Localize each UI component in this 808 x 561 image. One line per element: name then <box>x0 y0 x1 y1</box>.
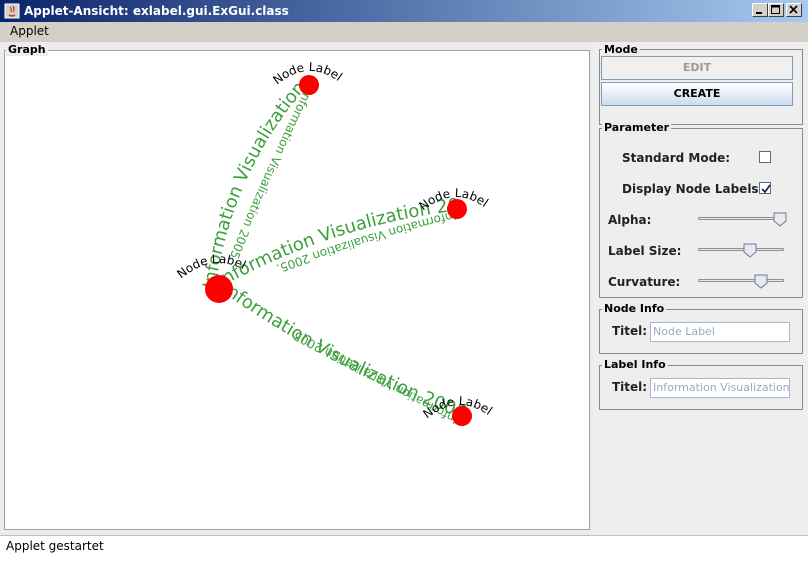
label-titel-field[interactable]: Information Visualization <box>650 378 790 398</box>
display-node-labels-checkbox[interactable] <box>759 182 771 194</box>
check-icon <box>761 184 771 194</box>
graph-panel[interactable]: Information Visualization 2005. Informat… <box>4 50 590 530</box>
alpha-slider-track <box>698 217 784 220</box>
label-info-group: Titel: Information Visualization <box>599 365 803 410</box>
node-titel-label: Titel: <box>612 324 648 338</box>
graph-node[interactable] <box>205 275 233 303</box>
label-titel-label: Titel: <box>612 380 648 394</box>
maximize-button[interactable] <box>768 3 784 17</box>
alpha-label: Alpha: <box>608 213 652 227</box>
parameter-group: Standard Mode: Display Node Labels: Alph… <box>599 128 803 298</box>
maximize-icon <box>771 5 780 14</box>
mode-group: EDIT CREATE <box>599 49 803 125</box>
status-bar: Applet gestartet <box>0 535 808 561</box>
curvature-label: Curvature: <box>608 275 681 289</box>
graph-legend: Graph <box>6 43 48 56</box>
node-titel-field[interactable]: Node Label <box>650 322 790 342</box>
standard-mode-checkbox[interactable] <box>759 151 771 163</box>
display-node-labels-label: Display Node Labels: <box>622 182 764 196</box>
node-info-legend: Node Info <box>602 302 667 315</box>
java-applet-icon <box>4 3 20 19</box>
parameter-legend: Parameter <box>602 121 672 134</box>
edit-button[interactable]: EDIT <box>601 56 793 80</box>
graph-node[interactable] <box>447 199 467 219</box>
close-icon <box>789 5 798 14</box>
alpha-slider[interactable] <box>698 212 787 227</box>
mode-legend: Mode <box>602 43 640 56</box>
menu-bar: Applet <box>0 22 808 43</box>
curvature-slider-track <box>698 279 784 282</box>
node-info-group: Titel: Node Label <box>599 309 803 354</box>
standard-mode-label: Standard Mode: <box>622 151 731 165</box>
title-bar: Applet-Ansicht: exlabel.gui.ExGui.class <box>0 0 808 22</box>
applet-content: Information Visualization 2005. Informat… <box>0 42 808 535</box>
graph-node[interactable] <box>299 75 319 95</box>
label-size-slider-thumb[interactable] <box>743 243 757 258</box>
label-size-slider[interactable] <box>698 243 784 258</box>
create-button[interactable]: CREATE <box>601 82 793 106</box>
graph-canvas[interactable]: Information Visualization 2005. Informat… <box>5 51 589 529</box>
label-size-slider-track <box>698 248 784 251</box>
window-title: Applet-Ansicht: exlabel.gui.ExGui.class <box>24 4 289 18</box>
minimize-button[interactable] <box>752 3 768 17</box>
status-text: Applet gestartet <box>6 539 104 553</box>
control-pane: EDIT CREATE Mode Standard Mode: Display … <box>593 42 808 535</box>
curvature-slider-thumb[interactable] <box>754 274 768 289</box>
label-size-label: Label Size: <box>608 244 682 258</box>
close-button[interactable] <box>786 3 802 17</box>
label-info-legend: Label Info <box>602 358 668 371</box>
menu-applet[interactable]: Applet <box>10 24 49 38</box>
curvature-slider[interactable] <box>698 274 784 289</box>
minimize-icon <box>756 12 762 14</box>
alpha-slider-thumb[interactable] <box>773 212 787 227</box>
